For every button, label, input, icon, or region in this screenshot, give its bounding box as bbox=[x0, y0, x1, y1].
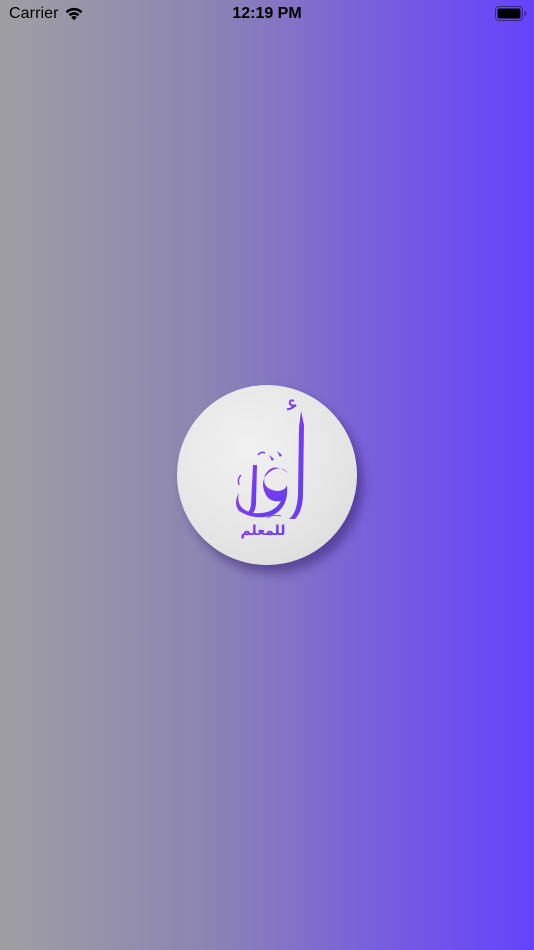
iqra-calligraphy-logo: للمعلم bbox=[236, 399, 304, 539]
status-bar: Carrier 12:19 PM bbox=[0, 0, 534, 28]
status-time: 12:19 PM bbox=[232, 5, 302, 22]
battery-icon bbox=[495, 6, 527, 21]
svg-text:للمعلم: للمعلم bbox=[241, 523, 286, 539]
splash-screen: Carrier 12:19 PM للمعلم bbox=[0, 0, 534, 950]
app-logo: للمعلم bbox=[177, 385, 357, 565]
